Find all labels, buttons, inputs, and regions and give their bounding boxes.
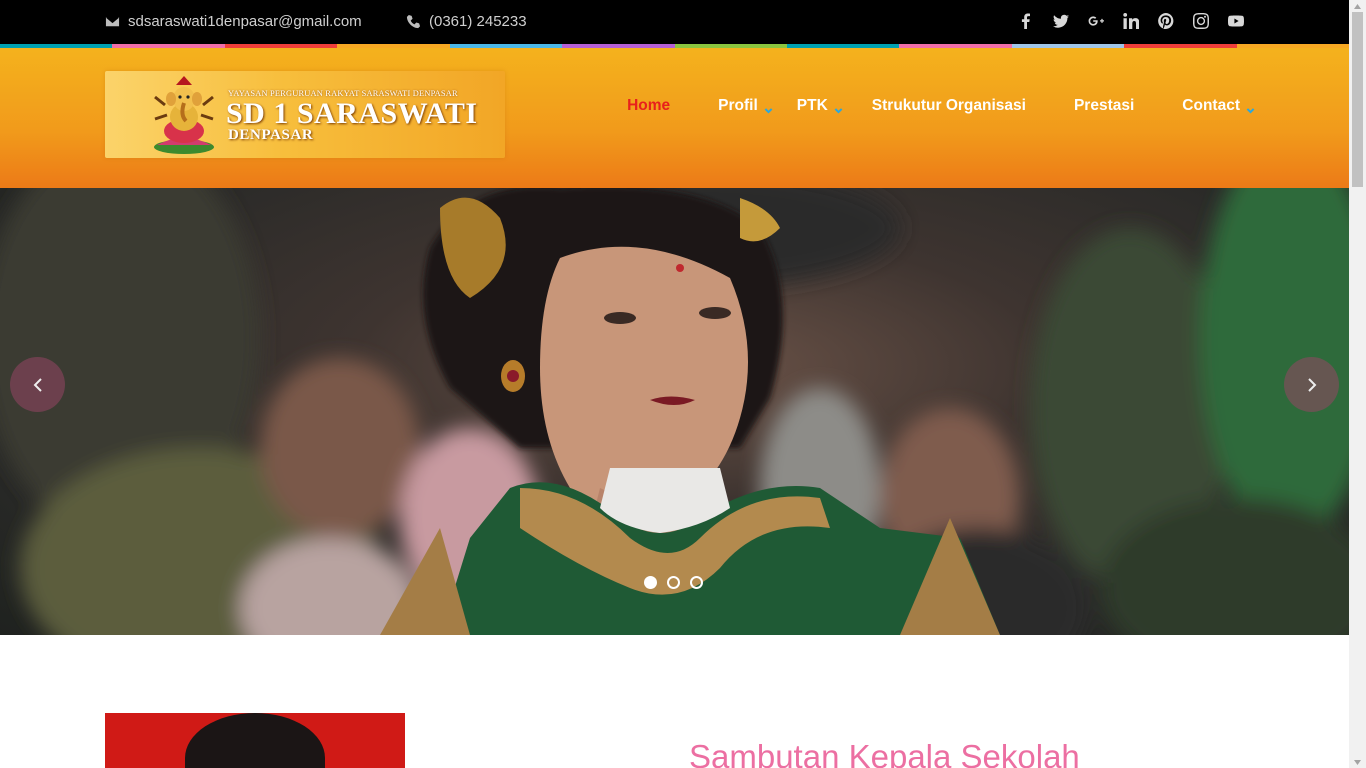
school-logo[interactable]: YAYASAN PERGURUAN RAKYAT SARASWATI DENPA…: [105, 71, 505, 158]
chevron-down-icon: [764, 102, 773, 114]
nav-struktur-organisasi[interactable]: Strukutur Organisasi: [872, 97, 1026, 115]
pinterest-icon[interactable]: [1157, 9, 1175, 33]
nav-profil[interactable]: Profil: [718, 97, 773, 115]
facebook-icon[interactable]: [1017, 9, 1035, 33]
principal-photo: [105, 713, 405, 768]
phone-text: (0361) 245233: [429, 12, 527, 30]
slider-pagination: [644, 576, 703, 589]
hero-slider[interactable]: [0, 188, 1349, 635]
email-text: sdsaraswati1denpasar@gmail.com: [128, 12, 362, 30]
ganesha-emblem-icon: [154, 76, 214, 154]
nav-ptk-label: PTK: [796, 97, 828, 114]
nav-struktur-label: Strukutur Organisasi: [871, 97, 1026, 114]
phone-contact[interactable]: (0361) 245233: [406, 11, 527, 31]
youtube-icon[interactable]: [1227, 9, 1245, 33]
slider-dot-3[interactable]: [690, 576, 703, 589]
phone-icon: [406, 14, 421, 28]
logo-title: SD 1 SARASWATI: [226, 97, 478, 130]
nav-prestasi-label: Prestasi: [1073, 97, 1135, 114]
nav-home-label: Home: [627, 97, 671, 114]
chevron-down-icon: [834, 102, 843, 114]
site-header: YAYASAN PERGURUAN RAKYAT SARASWATI DENPA…: [0, 48, 1349, 188]
nav-contact[interactable]: Contact: [1182, 97, 1255, 115]
slider-dot-2[interactable]: [667, 576, 680, 589]
nav-home[interactable]: Home: [627, 97, 670, 115]
nav-prestasi[interactable]: Prestasi: [1074, 97, 1134, 115]
slider-next-button[interactable]: [1284, 357, 1339, 412]
page-scrollbar[interactable]: [1349, 0, 1366, 768]
principal-hair: [185, 713, 325, 768]
instagram-icon[interactable]: [1192, 9, 1210, 33]
balinese-dancer-slide-image: [0, 188, 1349, 635]
linkedin-icon[interactable]: [1122, 9, 1140, 33]
envelope-icon: [105, 16, 120, 26]
chevron-right-icon: [1307, 377, 1316, 392]
email-contact[interactable]: sdsaraswati1denpasar@gmail.com: [105, 11, 362, 31]
chevron-down-icon: [1246, 102, 1255, 114]
main-nav: Home Profil PTK Strukutur Organisasi Pre…: [627, 96, 1255, 116]
scrollbar-thumb[interactable]: [1352, 12, 1363, 187]
nav-ptk[interactable]: PTK: [797, 97, 843, 115]
scroll-up-icon[interactable]: [1349, 0, 1366, 12]
slider-prev-button[interactable]: [10, 357, 65, 412]
nav-profil-label: Profil: [718, 97, 758, 114]
top-bar: sdsaraswati1denpasar@gmail.com (0361) 24…: [0, 0, 1349, 44]
logo-city: DENPASAR: [228, 127, 314, 143]
social-links: [1017, 9, 1245, 33]
slider-dot-1[interactable]: [644, 576, 657, 589]
twitter-icon[interactable]: [1052, 9, 1070, 33]
scroll-down-icon[interactable]: [1349, 756, 1366, 768]
page: sdsaraswati1denpasar@gmail.com (0361) 24…: [0, 0, 1349, 768]
google-plus-icon[interactable]: [1087, 9, 1105, 33]
nav-contact-label: Contact: [1182, 97, 1240, 114]
chevron-left-icon: [33, 377, 42, 392]
welcome-heading: Sambutan Kepala Sekolah: [689, 738, 1080, 768]
